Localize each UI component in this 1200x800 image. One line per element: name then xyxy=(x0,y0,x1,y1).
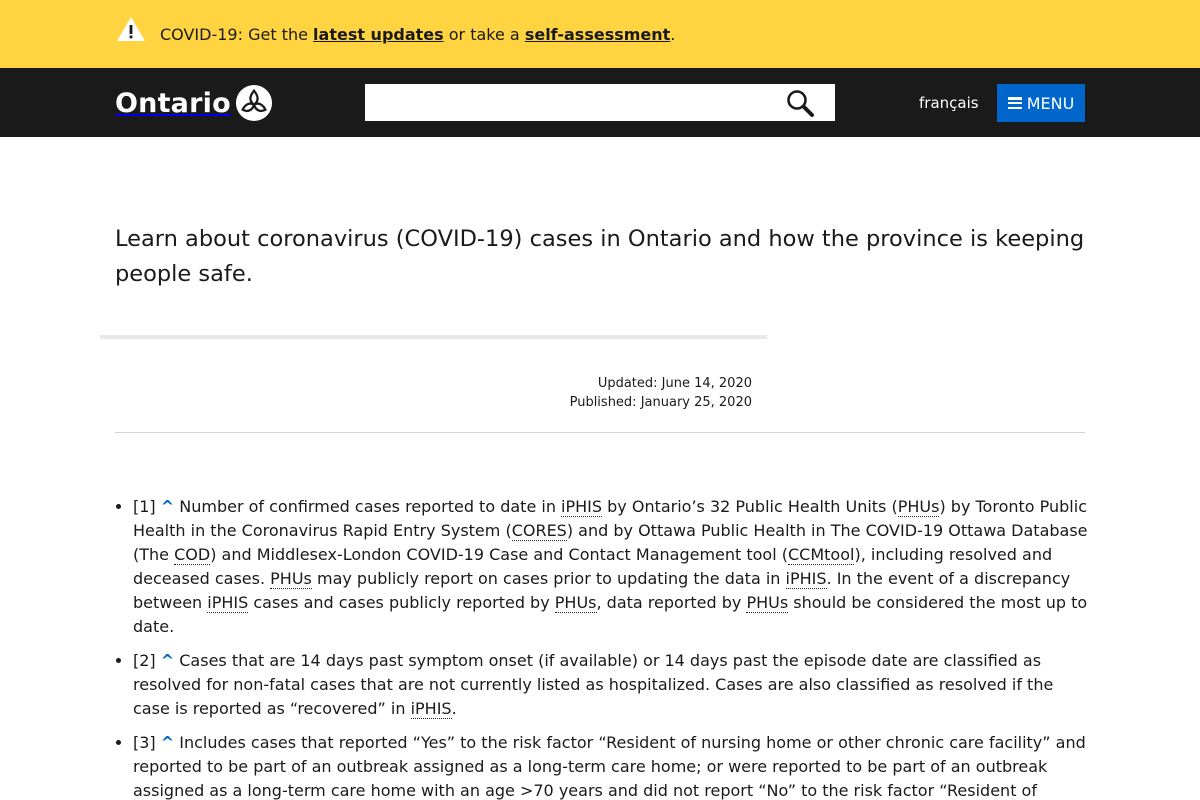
footnote-text: by Ontario’s 32 Public Health Units ( xyxy=(602,497,898,516)
alert-prefix: COVID-19: Get the xyxy=(160,25,314,44)
back-to-reference-link[interactable]: ^ xyxy=(161,651,174,670)
updated-date: Updated: June 14, 2020 xyxy=(597,376,752,391)
magnifier-icon xyxy=(787,90,814,117)
section-divider xyxy=(100,335,767,339)
abbr-phus: PHUs xyxy=(270,569,312,589)
abbr-iphis: iPHIS xyxy=(561,497,603,517)
abbr-phus: PHUs xyxy=(554,593,597,613)
footnote-text: may publicly report on cases prior to up… xyxy=(311,569,786,588)
alert-middle: or take a xyxy=(443,25,525,44)
search-box xyxy=(365,84,835,121)
footnote-ref: [1] xyxy=(133,497,156,516)
hamburger-icon xyxy=(1007,97,1022,109)
footnote-text: cases and cases publicly reported by xyxy=(248,593,555,612)
search-button[interactable] xyxy=(785,88,815,118)
abbr-cores: CORES xyxy=(511,521,567,541)
logo-wordmark: Ontario xyxy=(115,87,231,119)
abbr-cod: COD xyxy=(174,545,211,565)
footnote-item: [2] ^ Cases that are 14 days past sympto… xyxy=(133,649,1088,721)
abbr-phus: PHUs xyxy=(746,593,789,613)
footnote-text: ) and Middlesex-London COVID-19 Case and… xyxy=(210,545,788,564)
abbr-iphis: iPHIS xyxy=(207,593,249,613)
footnote-text: , data reported by xyxy=(596,593,747,612)
abbr-ccmtool: CCMtool xyxy=(788,545,855,565)
footnote-ref: [3] xyxy=(133,733,156,752)
abbr-phus: PHUs xyxy=(897,497,940,517)
footnote-text: Includes cases that reported “Yes” to th… xyxy=(133,733,1086,800)
page-lead: Learn about coronavirus (COVID-19) cases… xyxy=(115,226,1085,287)
self-assessment-link[interactable]: self-assessment xyxy=(525,25,670,44)
footnotes-list: [1] ^ Number of confirmed cases reported… xyxy=(133,495,1088,800)
warning-triangle-icon xyxy=(117,17,145,41)
footnote-item: [3] ^ Includes cases that reported “Yes”… xyxy=(133,731,1088,800)
menu-button[interactable]: MENU xyxy=(997,84,1085,122)
alert-suffix: . xyxy=(670,25,676,44)
abbr-iphis: iPHIS xyxy=(410,699,452,719)
language-toggle-link[interactable]: français xyxy=(919,94,979,112)
back-to-reference-link[interactable]: ^ xyxy=(161,733,174,752)
search-input[interactable] xyxy=(365,84,765,121)
footnote-text: Cases that are 14 days past symptom onse… xyxy=(133,651,1054,718)
covid-alert-banner: COVID-19: Get the latest updates or take… xyxy=(0,0,1200,68)
page-dates: Updated: June 14, 2020 Published: Januar… xyxy=(500,374,752,412)
abbr-iphis: iPHIS xyxy=(785,569,827,589)
footnote-item: [1] ^ Number of confirmed cases reported… xyxy=(133,495,1088,639)
menu-label: MENU xyxy=(1026,93,1075,113)
alert-message: COVID-19: Get the latest updates or take… xyxy=(160,24,675,46)
content-divider xyxy=(115,432,1085,433)
back-to-reference-link[interactable]: ^ xyxy=(161,497,174,516)
trillium-icon xyxy=(235,84,272,122)
latest-updates-link[interactable]: latest updates xyxy=(313,25,444,44)
footnote-ref: [2] xyxy=(133,651,156,670)
site-header: Ontario français MENU xyxy=(0,68,1200,137)
ontario-logo-link[interactable]: Ontario xyxy=(115,83,273,123)
published-date: Published: January 25, 2020 xyxy=(569,395,752,410)
footnote-text: Number of confirmed cases reported to da… xyxy=(174,497,562,516)
footnote-text: . xyxy=(451,699,457,718)
